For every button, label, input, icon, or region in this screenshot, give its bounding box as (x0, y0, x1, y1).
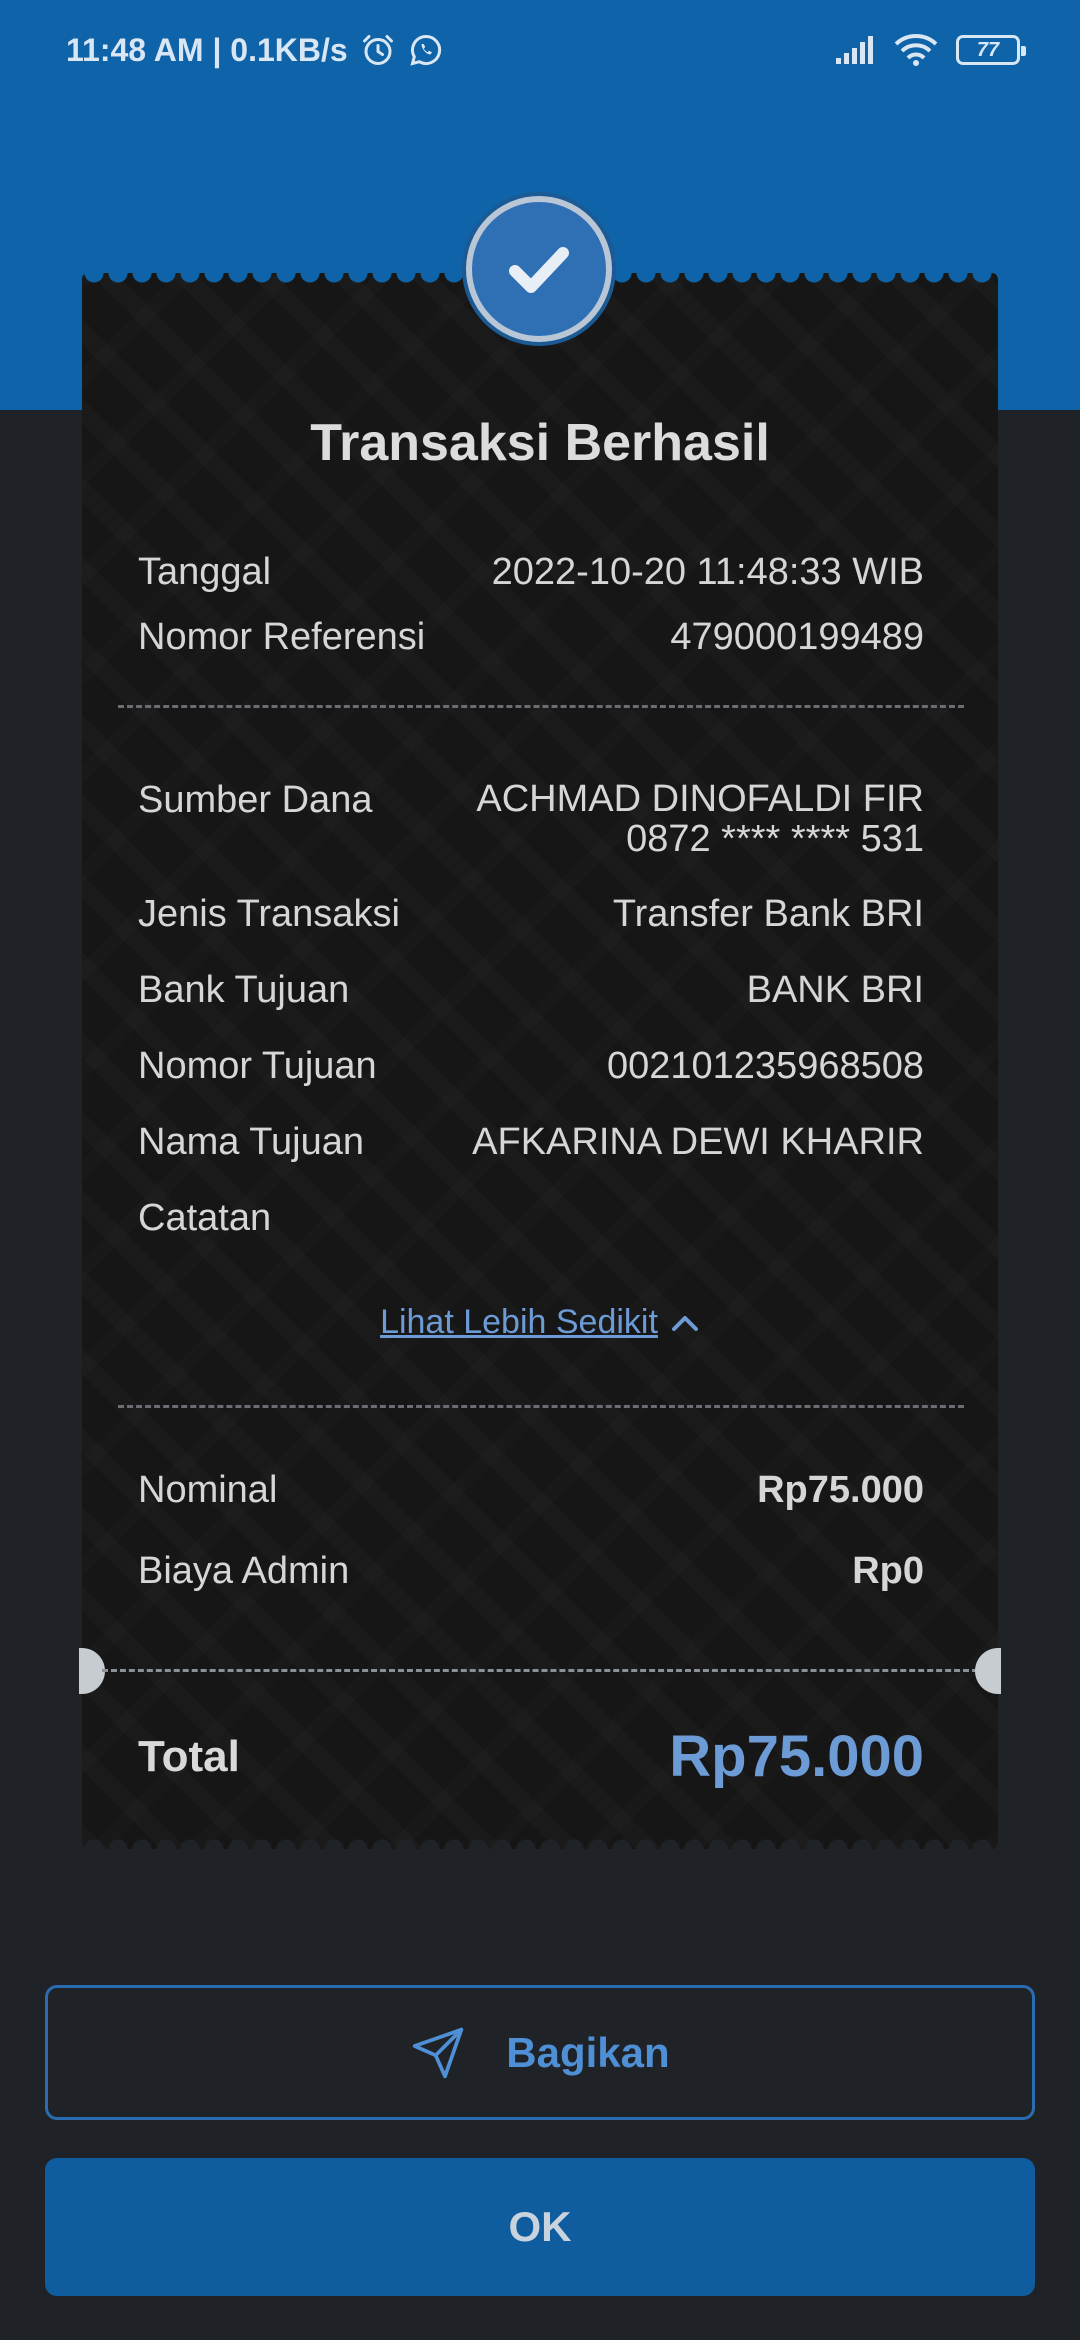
divider (118, 705, 964, 708)
alarm-icon (362, 35, 393, 65)
battery-icon: 77 (956, 35, 1026, 65)
source-row: Sumber Dana ACHMAD DINOFALDI FIR 0872 **… (138, 779, 924, 859)
send-icon (413, 2027, 464, 2078)
reference-label: Nomor Referensi (138, 616, 426, 658)
ok-button-label: OK (508, 2203, 572, 2250)
receipt-bottom-edge (82, 1835, 998, 1849)
date-label: Tanggal (138, 551, 272, 593)
source-value: ACHMAD DINOFALDI FIR 0872 **** **** 531 (476, 779, 924, 859)
destination-name-label: Nama Tujuan (138, 1121, 365, 1163)
destination-number-row: Nomor Tujuan 002101235968508 (138, 1045, 924, 1088)
see-less-link[interactable]: Lihat Lebih Sedikit (82, 1303, 998, 1342)
status-bar: 11:48 AM | 0.1KB/s 77 (0, 0, 1080, 100)
divider (118, 1405, 964, 1408)
signal-icon (836, 36, 873, 64)
source-account: 0872 **** **** 531 (626, 818, 924, 860)
receipt-notch-right (975, 1648, 1001, 1694)
nominal-value: Rp75.000 (757, 1469, 924, 1511)
bank-row: Bank Tujuan BANK BRI (138, 969, 924, 1012)
receipt-card: Transaksi Berhasil Tanggal 2022-10-20 11… (79, 273, 1001, 1849)
divider (102, 1669, 978, 1672)
bank-value: BANK BRI (746, 969, 924, 1011)
total-label: Total (138, 1731, 240, 1781)
transaction-type-row: Jenis Transaksi Transfer Bank BRI (138, 893, 924, 936)
whatsapp-icon (410, 34, 441, 66)
total-value: Rp75.000 (669, 1724, 924, 1789)
ok-button[interactable]: OK (45, 2158, 1035, 2296)
admin-fee-value: Rp0 (852, 1550, 924, 1592)
admin-fee-row: Biaya Admin Rp0 (138, 1550, 924, 1593)
checkmark-icon (509, 247, 569, 293)
page-title: Transaksi Berhasil (310, 414, 770, 472)
status-right: 77 (834, 33, 1026, 67)
nominal-label: Nominal (138, 1469, 278, 1511)
chevron-up-icon (671, 1315, 698, 1331)
date-row: Tanggal 2022-10-20 11:48:33 WIB (138, 551, 924, 594)
total-row: Total Rp75.000 (138, 1723, 924, 1790)
source-name: ACHMAD DINOFALDI FIR (476, 778, 924, 820)
source-label: Sumber Dana (138, 779, 373, 821)
status-time-speed: 11:48 AM | 0.1KB/s (66, 31, 348, 68)
battery-level: 77 (976, 38, 1000, 61)
share-button[interactable]: Bagikan (45, 1985, 1035, 2120)
bank-label: Bank Tujuan (138, 969, 350, 1011)
share-button-label: Bagikan (506, 2028, 670, 2076)
status-left: 11:48 AM | 0.1KB/s (66, 32, 444, 69)
date-value: 2022-10-20 11:48:33 WIB (491, 551, 924, 593)
note-label: Catatan (138, 1197, 272, 1239)
note-row: Catatan (138, 1197, 924, 1240)
see-less-label: Lihat Lebih Sedikit (380, 1303, 658, 1341)
wifi-icon (894, 34, 938, 66)
transaction-type-label: Jenis Transaksi (138, 893, 400, 935)
success-check-icon (466, 196, 612, 342)
destination-number-label: Nomor Tujuan (138, 1045, 377, 1087)
destination-name-row: Nama Tujuan AFKARINA DEWI KHARIR (138, 1121, 924, 1164)
transaction-type-value: Transfer Bank BRI (612, 893, 924, 935)
reference-row: Nomor Referensi 479000199489 (138, 616, 924, 659)
reference-value: 479000199489 (670, 616, 924, 658)
nominal-row: Nominal Rp75.000 (138, 1469, 924, 1512)
destination-name-value: AFKARINA DEWI KHARIR (472, 1121, 924, 1163)
destination-number-value: 002101235968508 (606, 1045, 924, 1087)
admin-fee-label: Biaya Admin (138, 1550, 350, 1592)
